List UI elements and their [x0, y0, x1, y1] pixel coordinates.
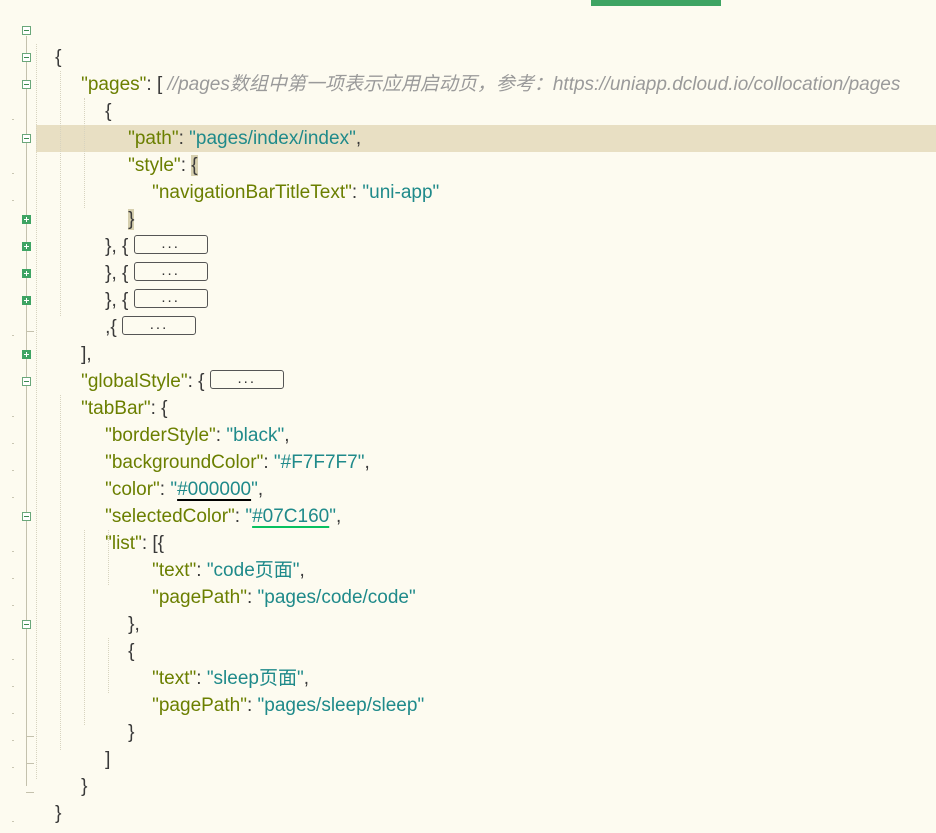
- expand-page-3-icon[interactable]: [22, 269, 31, 278]
- fold-end-list: [26, 736, 34, 737]
- code-line-11[interactable]: ,{ ...: [84, 287, 197, 338]
- fold-toggle-style-icon[interactable]: [22, 134, 31, 143]
- brace-close: }: [81, 776, 88, 797]
- brace-close: }: [128, 722, 135, 743]
- punctuation: ,: [364, 452, 370, 473]
- editor-tab-strip: [0, 0, 936, 6]
- code-line-2[interactable]: "pages": [ //pages数组中第一项表示应用启动页，参考：https…: [60, 44, 900, 95]
- json-key: "navigationBarTitleText": [152, 182, 352, 203]
- punctuation: : {: [187, 371, 210, 392]
- json-string: "pages/code/code": [257, 587, 416, 608]
- code-line-4[interactable]: "path": "pages/index/index",: [107, 98, 361, 149]
- code-line-29[interactable]: }: [34, 773, 61, 824]
- fold-end-tabbar: [26, 763, 34, 764]
- expand-page-2-icon[interactable]: [22, 242, 31, 251]
- gutter-dot: [12, 119, 14, 120]
- gutter-dot: [12, 200, 14, 201]
- expand-page-1-icon[interactable]: [22, 215, 31, 224]
- code-editor[interactable]: { "pages": [ //pages数组中第一项表示应用启动页，参考：htt…: [0, 0, 936, 833]
- code-line-9[interactable]: }, { ...: [84, 233, 208, 284]
- gutter-dot: [12, 470, 14, 471]
- punctuation: ,: [355, 128, 362, 149]
- json-string: "#F7F7F7": [273, 452, 365, 473]
- gutter-dot: [12, 416, 14, 417]
- code-line-15[interactable]: "borderStyle": "black",: [84, 395, 289, 446]
- gutter-dot: [12, 551, 14, 552]
- code-line-12[interactable]: ],: [60, 314, 92, 365]
- code-line-26[interactable]: }: [107, 692, 134, 743]
- gutter-dot: [12, 821, 14, 822]
- code-line-25[interactable]: "pagePath": "pages/sleep/sleep": [131, 665, 424, 716]
- collapsed-region-page-4[interactable]: ...: [122, 316, 197, 336]
- punctuation: : [: [146, 74, 168, 95]
- punctuation: :: [246, 587, 258, 608]
- json-string: "uni-app": [362, 182, 440, 203]
- punctuation: ,: [335, 506, 342, 527]
- fold-toggle-tabbar-icon[interactable]: [22, 377, 31, 386]
- brace-close: }: [55, 803, 62, 824]
- code-comment: //pages数组中第一项表示应用启动页，参考：https://uniapp.d…: [167, 74, 901, 95]
- expand-page-4-icon[interactable]: [22, 296, 31, 305]
- code-line-10[interactable]: }, { ...: [84, 260, 208, 311]
- bracket-close: ]: [105, 749, 111, 770]
- fold-toggle-list-item-1-icon[interactable]: [22, 620, 31, 629]
- fold-toggle-page-0-icon[interactable]: [22, 80, 31, 89]
- gutter-dot: [12, 659, 14, 660]
- fold-gutter: [0, 0, 36, 833]
- indent-guide: [36, 44, 38, 779]
- fold-guide-pages: [26, 63, 27, 331]
- code-line-22[interactable]: },: [107, 584, 140, 635]
- punctuation: :: [263, 452, 274, 473]
- gutter-dot: [12, 335, 14, 336]
- punctuation: :: [351, 182, 363, 203]
- gutter-dot: [12, 497, 14, 498]
- active-editor-tab[interactable]: [591, 0, 721, 6]
- code-line-23[interactable]: {: [107, 611, 134, 662]
- gutter-dot: [12, 173, 14, 174]
- gutter-dot: [12, 578, 14, 579]
- json-string: "pages/sleep/sleep": [257, 695, 425, 716]
- color-value-swatch[interactable]: #07C160: [252, 506, 329, 527]
- punctuation: :: [234, 506, 246, 527]
- code-line-16[interactable]: "backgroundColor": "#F7F7F7",: [84, 422, 370, 473]
- json-string: "pages/index/index": [189, 128, 356, 149]
- punctuation: ,{: [105, 317, 123, 338]
- code-line-20[interactable]: "text": "code页面",: [131, 530, 305, 581]
- fold-toggle-pages-icon[interactable]: [22, 53, 31, 62]
- gutter-dot: [12, 767, 14, 768]
- fold-toggle-root-icon[interactable]: [22, 26, 31, 35]
- code-line-1[interactable]: {: [34, 17, 61, 68]
- json-string-quote: ": [329, 506, 336, 527]
- gutter-dot: [12, 686, 14, 687]
- code-line-7[interactable]: }: [107, 179, 135, 230]
- gutter-dot: [12, 713, 14, 714]
- fold-end-pages: [26, 331, 34, 332]
- code-line-5[interactable]: "style": {: [107, 125, 198, 176]
- punctuation: :: [246, 695, 258, 716]
- collapsed-region-globalstyle[interactable]: ...: [209, 370, 284, 390]
- code-line-3[interactable]: {: [84, 71, 111, 122]
- code-line-8[interactable]: }, { ...: [84, 206, 208, 257]
- code-line-6[interactable]: "navigationBarTitleText": "uni-app": [131, 152, 439, 203]
- gutter-dot: [12, 740, 14, 741]
- gutter-dot: [12, 605, 14, 606]
- expand-globalstyle-icon[interactable]: [22, 350, 31, 359]
- json-key: "pagePath": [152, 695, 247, 716]
- code-line-28[interactable]: }: [60, 746, 87, 797]
- code-line-24[interactable]: "text": "sleep页面",: [131, 638, 309, 689]
- code-line-18[interactable]: "selectedColor": "#07C160",: [84, 476, 341, 527]
- code-line-14[interactable]: "tabBar": {: [60, 368, 167, 419]
- fold-toggle-list-icon[interactable]: [22, 512, 31, 521]
- code-line-13[interactable]: "globalStyle": { ...: [60, 341, 284, 392]
- code-line-27[interactable]: ]: [84, 719, 110, 770]
- fold-end-root: [26, 792, 34, 793]
- code-line-19[interactable]: "list": [{: [84, 503, 164, 554]
- gutter-dot: [12, 443, 14, 444]
- code-line-17[interactable]: "color": "#000000",: [84, 449, 263, 500]
- json-key: "pagePath": [152, 587, 247, 608]
- code-line-21[interactable]: "pagePath": "pages/code/code": [131, 557, 416, 608]
